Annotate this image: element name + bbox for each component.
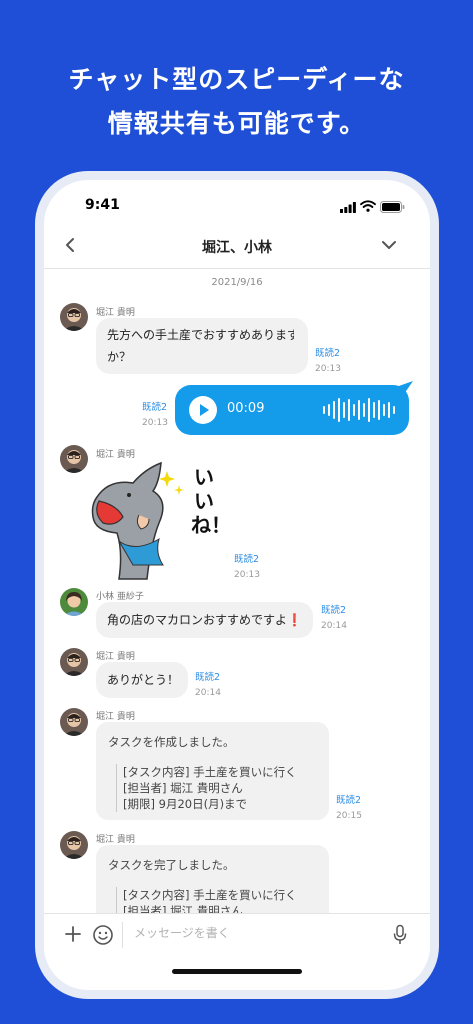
timestamp: 20:14 (321, 621, 347, 631)
waveform-icon (323, 398, 395, 422)
date-separator: 2021/9/16 (211, 277, 263, 288)
battery-icon (380, 201, 405, 213)
timestamp: 20:15 (336, 811, 362, 821)
task-assignee: [担当者] 堀江 貴明さん (123, 781, 243, 795)
headline-line-2: 情報共有も可能です。 (107, 109, 366, 138)
play-icon (200, 404, 209, 416)
message-input-bar (44, 913, 430, 958)
message-list[interactable]: 2021/9/16 堀江 貴明 先方への手土産でおすすめありますか か？ 既読2… (44, 268, 430, 913)
message-text: 角の店のマカロンおすすめですよ (107, 613, 288, 627)
read-receipt: 既読2 (321, 605, 347, 616)
sender-name: 堀江 貴明 (96, 308, 135, 318)
sender-name: 堀江 貴明 (96, 712, 135, 722)
task-card[interactable]: タスクを作成しました。 [タスク内容] 手土産を買いに行く [担当者] 堀江 貴… (96, 722, 329, 820)
timestamp: 20:13 (315, 364, 341, 374)
sticker[interactable]: いいね！ (89, 461, 231, 581)
chat-header: 堀江、小林 (44, 224, 430, 269)
read-receipt: 既読2 (336, 795, 362, 806)
avatar[interactable] (60, 588, 88, 616)
voice-message-bubble[interactable]: 00:09 (175, 385, 409, 435)
promo-headline: チャット型のスピーディーな 情報共有も可能です。 (0, 58, 473, 146)
microphone-icon[interactable] (392, 924, 408, 946)
avatar[interactable] (60, 648, 88, 676)
read-receipt: 既読2 (195, 672, 221, 683)
voice-duration: 00:09 (227, 401, 265, 416)
task-content: [タスク内容] 手土産を買いに行く (123, 765, 297, 779)
task-deadline: [期限] 9月20日(月)まで (123, 797, 248, 811)
task-assignee: [担当者] 堀江 貴明さん (123, 904, 243, 913)
message-text: 先方への手土産でおすすめありますか (107, 328, 294, 342)
avatar[interactable] (60, 445, 88, 473)
status-time: 9:41 (85, 197, 120, 213)
wifi-icon (360, 200, 376, 212)
timestamp: 20:13 (234, 570, 260, 580)
avatar[interactable] (60, 303, 88, 331)
plus-icon[interactable] (64, 925, 82, 943)
sticker-text: いいね！ (191, 465, 231, 537)
timestamp: 20:14 (195, 688, 221, 698)
read-receipt: 既読2 (315, 348, 341, 359)
phone-frame: 9:41 堀江、小林 2021/9/16 堀江 貴明 先方への手土産でおすすめあ… (44, 180, 430, 990)
message-input[interactable] (134, 926, 374, 940)
message-text: ありがとう！ (107, 673, 180, 687)
read-receipt: 既読2 (234, 554, 260, 565)
sender-name: 堀江 貴明 (96, 835, 135, 845)
sender-name: 堀江 貴明 (96, 652, 135, 662)
chat-title: 堀江、小林 (202, 240, 272, 256)
task-heading: タスクを完了しました。 (108, 858, 235, 872)
task-content: [タスク内容] 手土産を買いに行く (123, 888, 297, 902)
input-divider (122, 922, 123, 948)
message-bubble[interactable]: 先方への手土産でおすすめありますか か？ (96, 318, 308, 374)
task-card[interactable]: タスクを完了しました。 [タスク内容] 手土産を買いに行く [担当者] 堀江 貴… (96, 845, 329, 913)
task-details: [タスク内容] 手土産を買いに行く [担当者] 堀江 貴明さん [期限] 9月2… (116, 764, 297, 812)
dropdown-chevron-icon[interactable] (380, 238, 398, 252)
message-bubble[interactable]: 角の店のマカロンおすすめですよ❗ (96, 602, 313, 638)
task-heading: タスクを作成しました。 (108, 735, 235, 749)
home-indicator (172, 969, 302, 974)
headline-line-1: チャット型のスピーディーな (68, 65, 405, 94)
avatar[interactable] (60, 708, 88, 736)
read-receipt: 既読2 (142, 402, 168, 413)
message-text-cont: か？ (107, 350, 132, 364)
emoji-icon[interactable] (92, 924, 114, 946)
signal-icon (340, 202, 356, 213)
sender-name: 小林 亜紗子 (96, 592, 144, 602)
status-bar: 9:41 (44, 180, 430, 224)
message-bubble[interactable]: ありがとう！ (96, 662, 188, 698)
timestamp: 20:13 (142, 418, 168, 428)
task-details: [タスク内容] 手土産を買いに行く [担当者] 堀江 貴明さん (116, 887, 297, 913)
play-button[interactable] (189, 396, 217, 424)
sender-name: 堀江 貴明 (96, 450, 135, 460)
exclamation-emoji: ❗ (287, 613, 302, 627)
avatar[interactable] (60, 831, 88, 859)
